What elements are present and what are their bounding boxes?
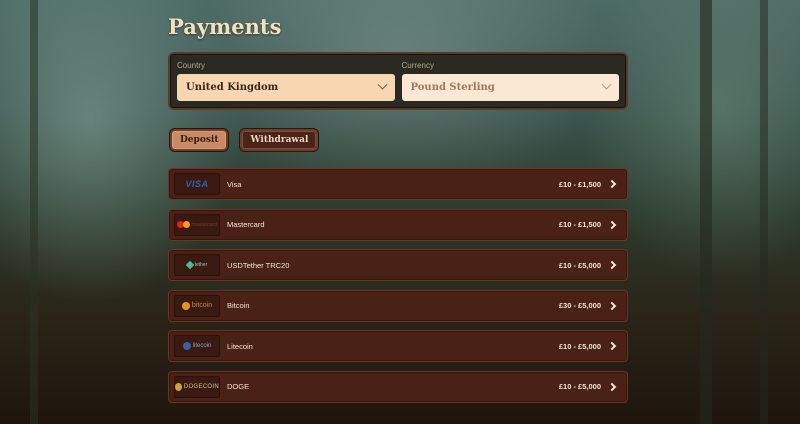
selectors-panel: Country United Kingdom Currency Pound St…	[168, 52, 628, 110]
method-range: £10 - £5,000	[558, 260, 601, 270]
method-name: Visa	[227, 179, 242, 189]
payment-methods-list: VISA Visa £10 - £1,500 mastercard Master…	[168, 168, 628, 403]
currency-field: Currency Pound Sterling	[401, 61, 619, 101]
page-title: Payments	[168, 14, 282, 39]
method-name: USDTether TRC20	[227, 260, 290, 270]
litecoin-logo-icon: litecoin	[174, 335, 220, 357]
mastercard-logo-icon: mastercard	[174, 213, 220, 236]
method-name: DOGE	[227, 382, 250, 391]
method-range: £10 - £1,500	[558, 179, 601, 189]
method-name: Litecoin	[227, 341, 253, 351]
litecoin-coin-icon	[182, 342, 191, 350]
chevron-right-icon	[607, 341, 617, 351]
method-row-doge[interactable]: DOGECOIN DOGE £10 - £5,000	[168, 370, 628, 403]
mastercard-logo-text: mastercard	[191, 221, 217, 228]
currency-select[interactable]: Pound Sterling	[401, 74, 619, 101]
tether-gem-icon	[185, 260, 194, 270]
dogecoin-coin-icon	[175, 382, 182, 391]
chevron-right-icon	[607, 179, 617, 189]
method-name: Bitcoin	[227, 301, 250, 310]
visa-logo-text: VISA	[185, 179, 209, 189]
dogecoin-logo-text: DOGECOIN	[183, 383, 219, 390]
dogecoin-logo-icon: DOGECOIN	[174, 375, 220, 398]
payment-tabs: Deposit Withdrawal	[170, 129, 319, 151]
bitcoin-logo-icon: bitcoin	[174, 294, 220, 317]
mastercard-yellow-circle	[182, 221, 190, 228]
tab-withdrawal[interactable]: Withdrawal	[240, 129, 319, 151]
currency-label: Currency	[401, 61, 434, 70]
method-row-mastercard[interactable]: mastercard Mastercard £10 - £1,500	[168, 208, 628, 241]
method-row-visa[interactable]: VISA Visa £10 - £1,500	[168, 168, 628, 200]
visa-logo-icon: VISA	[174, 173, 220, 195]
method-range: £10 - £5,000	[558, 382, 601, 391]
method-name: Mastercard	[227, 220, 265, 229]
bitcoin-logo-text: bitcoin	[191, 302, 213, 309]
method-row-litecoin[interactable]: litecoin Litecoin £10 - £5,000	[168, 330, 628, 362]
chevron-right-icon	[607, 382, 617, 391]
chevron-right-icon	[607, 260, 617, 270]
currency-value: Pound Sterling	[410, 82, 495, 93]
tether-logo-text: tether	[194, 262, 208, 268]
country-label: Country	[177, 61, 206, 70]
method-range: £10 - £1,500	[558, 220, 601, 229]
chevron-right-icon	[607, 220, 617, 229]
tether-logo-icon: tether	[174, 254, 220, 276]
bitcoin-coin-icon	[181, 301, 190, 310]
country-field: Country United Kingdom	[177, 61, 395, 101]
litecoin-logo-text: litecoin	[192, 343, 212, 349]
chevron-down-icon	[601, 79, 612, 90]
country-select[interactable]: United Kingdom	[177, 74, 395, 101]
chevron-down-icon	[377, 79, 387, 90]
country-value: United Kingdom	[186, 82, 279, 93]
method-row-bitcoin[interactable]: bitcoin Bitcoin £30 - £5,000	[168, 289, 628, 322]
chevron-right-icon	[607, 301, 617, 310]
method-range: £30 - £5,000	[558, 301, 601, 310]
method-range: £10 - £5,000	[558, 341, 601, 351]
method-row-usdtether[interactable]: tether USDTether TRC20 £10 - £5,000	[168, 249, 628, 281]
tab-deposit[interactable]: Deposit	[170, 129, 229, 151]
